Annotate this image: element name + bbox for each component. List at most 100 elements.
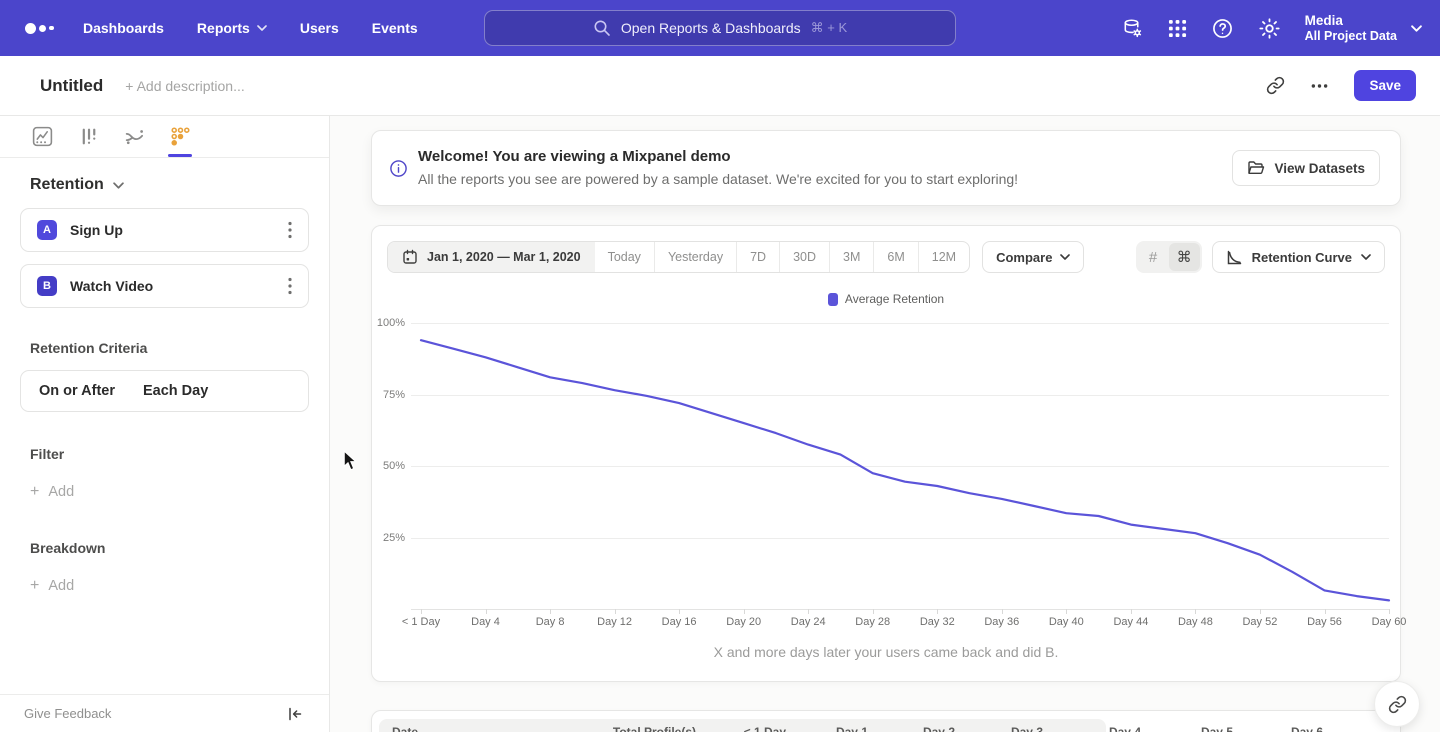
add-breakdown-button[interactable]: + Add (30, 578, 329, 594)
global-search-input[interactable]: Open Reports & Dashboards ⌘ + K (484, 10, 956, 46)
table-column-header[interactable]: < 1 Day (744, 725, 786, 732)
view-datasets-button[interactable]: View Datasets (1232, 150, 1380, 186)
nav-item-users[interactable]: Users (300, 20, 339, 36)
date-presets: TodayYesterday7D30D3M6M12M (595, 242, 970, 272)
curve-view-toggle[interactable]: ⌘ (1169, 243, 1200, 271)
help-icon[interactable] (1211, 17, 1234, 40)
chart-type-label: Retention Curve (1252, 250, 1352, 265)
report-type-dropdown[interactable]: Retention (30, 176, 329, 194)
chevron-down-icon (1361, 254, 1371, 260)
event-list: ASign Up BWatch Video (0, 208, 329, 308)
x-axis-label: Day 20 (726, 616, 761, 628)
date-range-picker[interactable]: Jan 1, 2020 — Mar 1, 2020 (388, 242, 595, 272)
x-axis-label: Day 48 (1178, 616, 1213, 628)
chart-legend: Average Retention (372, 292, 1400, 306)
nav-item-dashboards[interactable]: Dashboards (83, 20, 164, 36)
compare-button[interactable]: Compare (982, 241, 1084, 273)
save-button[interactable]: Save (1354, 70, 1416, 101)
preset-30d[interactable]: 30D (779, 242, 829, 272)
date-range-control: Jan 1, 2020 — Mar 1, 2020 TodayYesterday… (387, 241, 970, 273)
table-column-header[interactable]: Day 2 (923, 725, 955, 732)
x-axis-tick (550, 609, 551, 614)
event-card-sign-up[interactable]: ASign Up (20, 208, 309, 252)
table-column-header[interactable]: Day 3 (1011, 725, 1043, 732)
share-link-fab[interactable] (1374, 681, 1420, 727)
tab-flows[interactable] (122, 116, 146, 157)
preset-3m[interactable]: 3M (829, 242, 873, 272)
legend-swatch (828, 293, 838, 306)
nav-item-label: Reports (197, 20, 250, 36)
insights-icon (31, 125, 54, 148)
tab-retention[interactable] (168, 116, 192, 157)
table-column-header[interactable]: Day 5 (1201, 725, 1233, 732)
query-sidebar: Retention ASign UpBWatch Video Retention… (0, 116, 330, 732)
filter-heading: Filter (30, 446, 329, 462)
event-card-watch-video[interactable]: BWatch Video (20, 264, 309, 308)
preset-yesterday[interactable]: Yesterday (654, 242, 736, 272)
x-axis-label: Day 40 (1049, 616, 1084, 628)
x-axis-tick (679, 609, 680, 614)
criteria-condition-dropdown[interactable]: On or After (39, 383, 115, 399)
preset-6m[interactable]: 6M (873, 242, 917, 272)
table-column-header[interactable]: Day 4 (1109, 725, 1141, 732)
project-scope: All Project Data (1305, 29, 1397, 44)
compare-label: Compare (996, 250, 1052, 265)
x-axis-label: Day 56 (1307, 616, 1342, 628)
x-axis-label: Day 32 (920, 616, 955, 628)
x-axis-label: Day 60 (1372, 616, 1407, 628)
x-axis-label: Day 12 (597, 616, 632, 628)
tab-funnels[interactable] (76, 116, 100, 157)
give-feedback-link[interactable]: Give Feedback (24, 706, 111, 721)
chart-view-toggle: # ⌘ (1136, 241, 1202, 273)
grid-view-toggle[interactable]: # (1138, 243, 1169, 271)
logo-dot (25, 23, 36, 34)
x-axis-tick (486, 609, 487, 614)
apps-grid-icon[interactable] (1168, 19, 1187, 38)
event-badge: A (37, 220, 57, 240)
x-axis-label: Day 16 (662, 616, 697, 628)
info-icon (389, 159, 408, 178)
add-filter-button[interactable]: + Add (30, 484, 329, 500)
tab-insights[interactable] (30, 116, 54, 157)
retention-icon (169, 125, 192, 148)
chart-type-dropdown[interactable]: Retention Curve (1212, 241, 1385, 273)
nav-item-label: Dashboards (83, 20, 164, 36)
plus-icon: + (30, 485, 39, 499)
plus-icon: + (30, 579, 39, 593)
table-column-header[interactable]: Total Profile(s) (613, 725, 696, 732)
x-axis-label: Day 4 (471, 616, 500, 628)
search-placeholder: Open Reports & Dashboards (621, 20, 801, 36)
report-title[interactable]: Untitled (40, 76, 103, 96)
settings-gear-icon[interactable] (1258, 17, 1281, 40)
add-filter-label: Add (48, 484, 74, 500)
project-selector[interactable]: Media All Project Data (1305, 12, 1422, 44)
copy-link-icon[interactable] (1266, 76, 1285, 95)
nav-item-reports[interactable]: Reports (197, 20, 267, 36)
data-management-icon[interactable] (1121, 17, 1144, 40)
x-axis-tick (1195, 609, 1196, 614)
criteria-unit-dropdown[interactable]: Each Day (143, 383, 208, 399)
funnels-icon (77, 125, 100, 148)
preset-12m[interactable]: 12M (918, 242, 969, 272)
table-column-header[interactable]: Date (392, 725, 418, 732)
nav-item-events[interactable]: Events (372, 20, 418, 36)
preset-today[interactable]: Today (595, 242, 654, 272)
mixpanel-logo[interactable] (25, 23, 71, 34)
x-axis-label: Day 52 (1242, 616, 1277, 628)
report-header: Untitled + Add description... Save (0, 56, 1440, 116)
more-options-icon[interactable] (1311, 84, 1328, 88)
table-column-header[interactable]: Day 1 (836, 725, 868, 732)
event-options-kebab-icon[interactable] (286, 217, 294, 243)
link-icon (1388, 695, 1407, 714)
chart-caption: X and more days later your users came ba… (372, 644, 1400, 660)
calendar-icon (402, 249, 418, 265)
event-options-kebab-icon[interactable] (286, 273, 294, 299)
y-axis-label: 25% (372, 532, 405, 544)
add-description-field[interactable]: + Add description... (125, 78, 244, 94)
x-axis-label: Day 44 (1113, 616, 1148, 628)
table-column-header[interactable]: Day 6 (1291, 725, 1323, 732)
breakdown-heading: Breakdown (30, 540, 329, 556)
y-axis-label: 75% (372, 389, 405, 401)
collapse-sidebar-icon[interactable] (287, 706, 303, 722)
preset-7d[interactable]: 7D (736, 242, 779, 272)
